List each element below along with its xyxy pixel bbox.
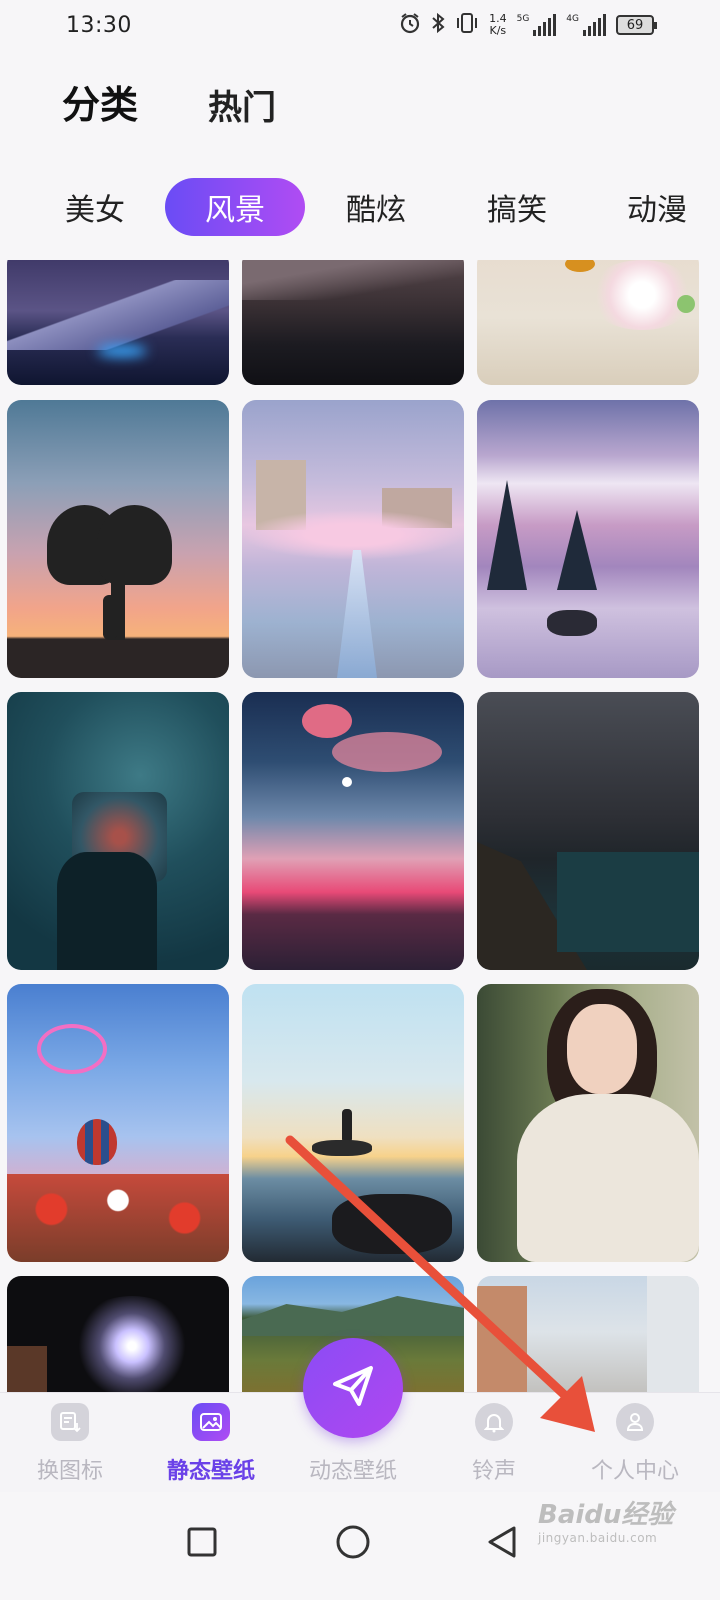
wallpaper-app-screen: 13:30 1.4 K/s 5G 4G 69 分类 热门 美女 风景 酷炫 搞笑…: [0, 0, 720, 1600]
sim2-tag: 4G: [566, 14, 579, 24]
tab-category[interactable]: 分类: [50, 74, 151, 133]
category-chips: 美女 风景 酷炫 搞笑 动漫: [0, 178, 720, 236]
wallpaper-tile[interactable]: [7, 984, 229, 1262]
chip-cool[interactable]: 酷炫: [306, 178, 446, 236]
nav-change-icon[interactable]: 换图标: [0, 1393, 140, 1493]
vibrate-icon: [455, 12, 479, 39]
wallpaper-tile[interactable]: [242, 260, 464, 385]
nav-label: 动态壁纸: [308, 1459, 397, 1484]
wallpaper-tile[interactable]: [7, 1276, 229, 1392]
status-bar: 13:30 1.4 K/s 5G 4G 69: [0, 0, 720, 50]
wallpaper-tile[interactable]: [7, 400, 229, 678]
back-icon[interactable]: [472, 1512, 532, 1572]
wallpaper-grid: [0, 260, 720, 1392]
bluetooth-icon: [431, 12, 445, 39]
nav-static-wallpaper[interactable]: 静态壁纸: [141, 1393, 281, 1493]
chip-beauty[interactable]: 美女: [25, 178, 165, 236]
wallpaper-tile[interactable]: [477, 984, 699, 1262]
change-icon-icon: [51, 1403, 89, 1441]
nav-ringtone[interactable]: 铃声: [424, 1393, 564, 1493]
wallpaper-tile[interactable]: [242, 400, 464, 678]
tab-popular-label: 热门: [208, 88, 277, 128]
watermark-sub: jingyan.baidu.com: [538, 1531, 658, 1545]
bell-icon: [475, 1403, 513, 1441]
nav-label: 换图标: [36, 1459, 103, 1484]
battery-icon: 69: [616, 15, 657, 35]
wallpaper-tile[interactable]: [242, 692, 464, 970]
wallpaper-tile[interactable]: [477, 400, 699, 678]
nav-profile[interactable]: 个人中心: [565, 1393, 705, 1493]
tab-popular[interactable]: 热门: [208, 80, 276, 129]
status-time: 13:30: [66, 12, 132, 38]
signal-icon: 5G: [517, 14, 557, 36]
battery-level: 69: [626, 17, 644, 33]
status-icons: 1.4 K/s 5G 4G 69: [399, 12, 657, 39]
chip-funny[interactable]: 搞笑: [447, 178, 587, 236]
alarm-icon: [399, 12, 421, 39]
home-icon[interactable]: [323, 1512, 383, 1572]
recent-apps-icon[interactable]: [172, 1512, 232, 1572]
tab-category-label: 分类: [62, 82, 139, 127]
signal-icon: 4G: [566, 14, 606, 36]
wallpaper-tile[interactable]: [7, 692, 229, 970]
nav-label: 静态壁纸: [166, 1458, 255, 1484]
net-speed-unit: K/s: [489, 24, 507, 37]
baidu-watermark: Baidu经验 jingyan.baidu.com: [538, 1494, 673, 1545]
wallpaper-tile[interactable]: [242, 984, 464, 1262]
wallpaper-tile[interactable]: [477, 692, 699, 970]
chip-anime[interactable]: 动漫: [587, 178, 720, 236]
image-icon: [192, 1403, 230, 1441]
network-speed: 1.4 K/s: [489, 13, 507, 37]
watermark-main: Baidu经验: [538, 1500, 674, 1530]
chip-scenery[interactable]: 风景: [165, 178, 305, 236]
top-tabs: 分类 热门: [50, 74, 276, 133]
person-icon: [616, 1403, 654, 1441]
wallpaper-tile[interactable]: [477, 260, 699, 385]
send-icon: [327, 1360, 379, 1416]
live-wallpaper-fab[interactable]: [303, 1338, 403, 1438]
nav-label: 铃声: [471, 1459, 516, 1484]
nav-label: 个人中心: [590, 1459, 679, 1484]
sim1-tag: 5G: [516, 14, 530, 24]
wallpaper-tile[interactable]: [7, 260, 229, 385]
wallpaper-tile[interactable]: [477, 1276, 699, 1392]
